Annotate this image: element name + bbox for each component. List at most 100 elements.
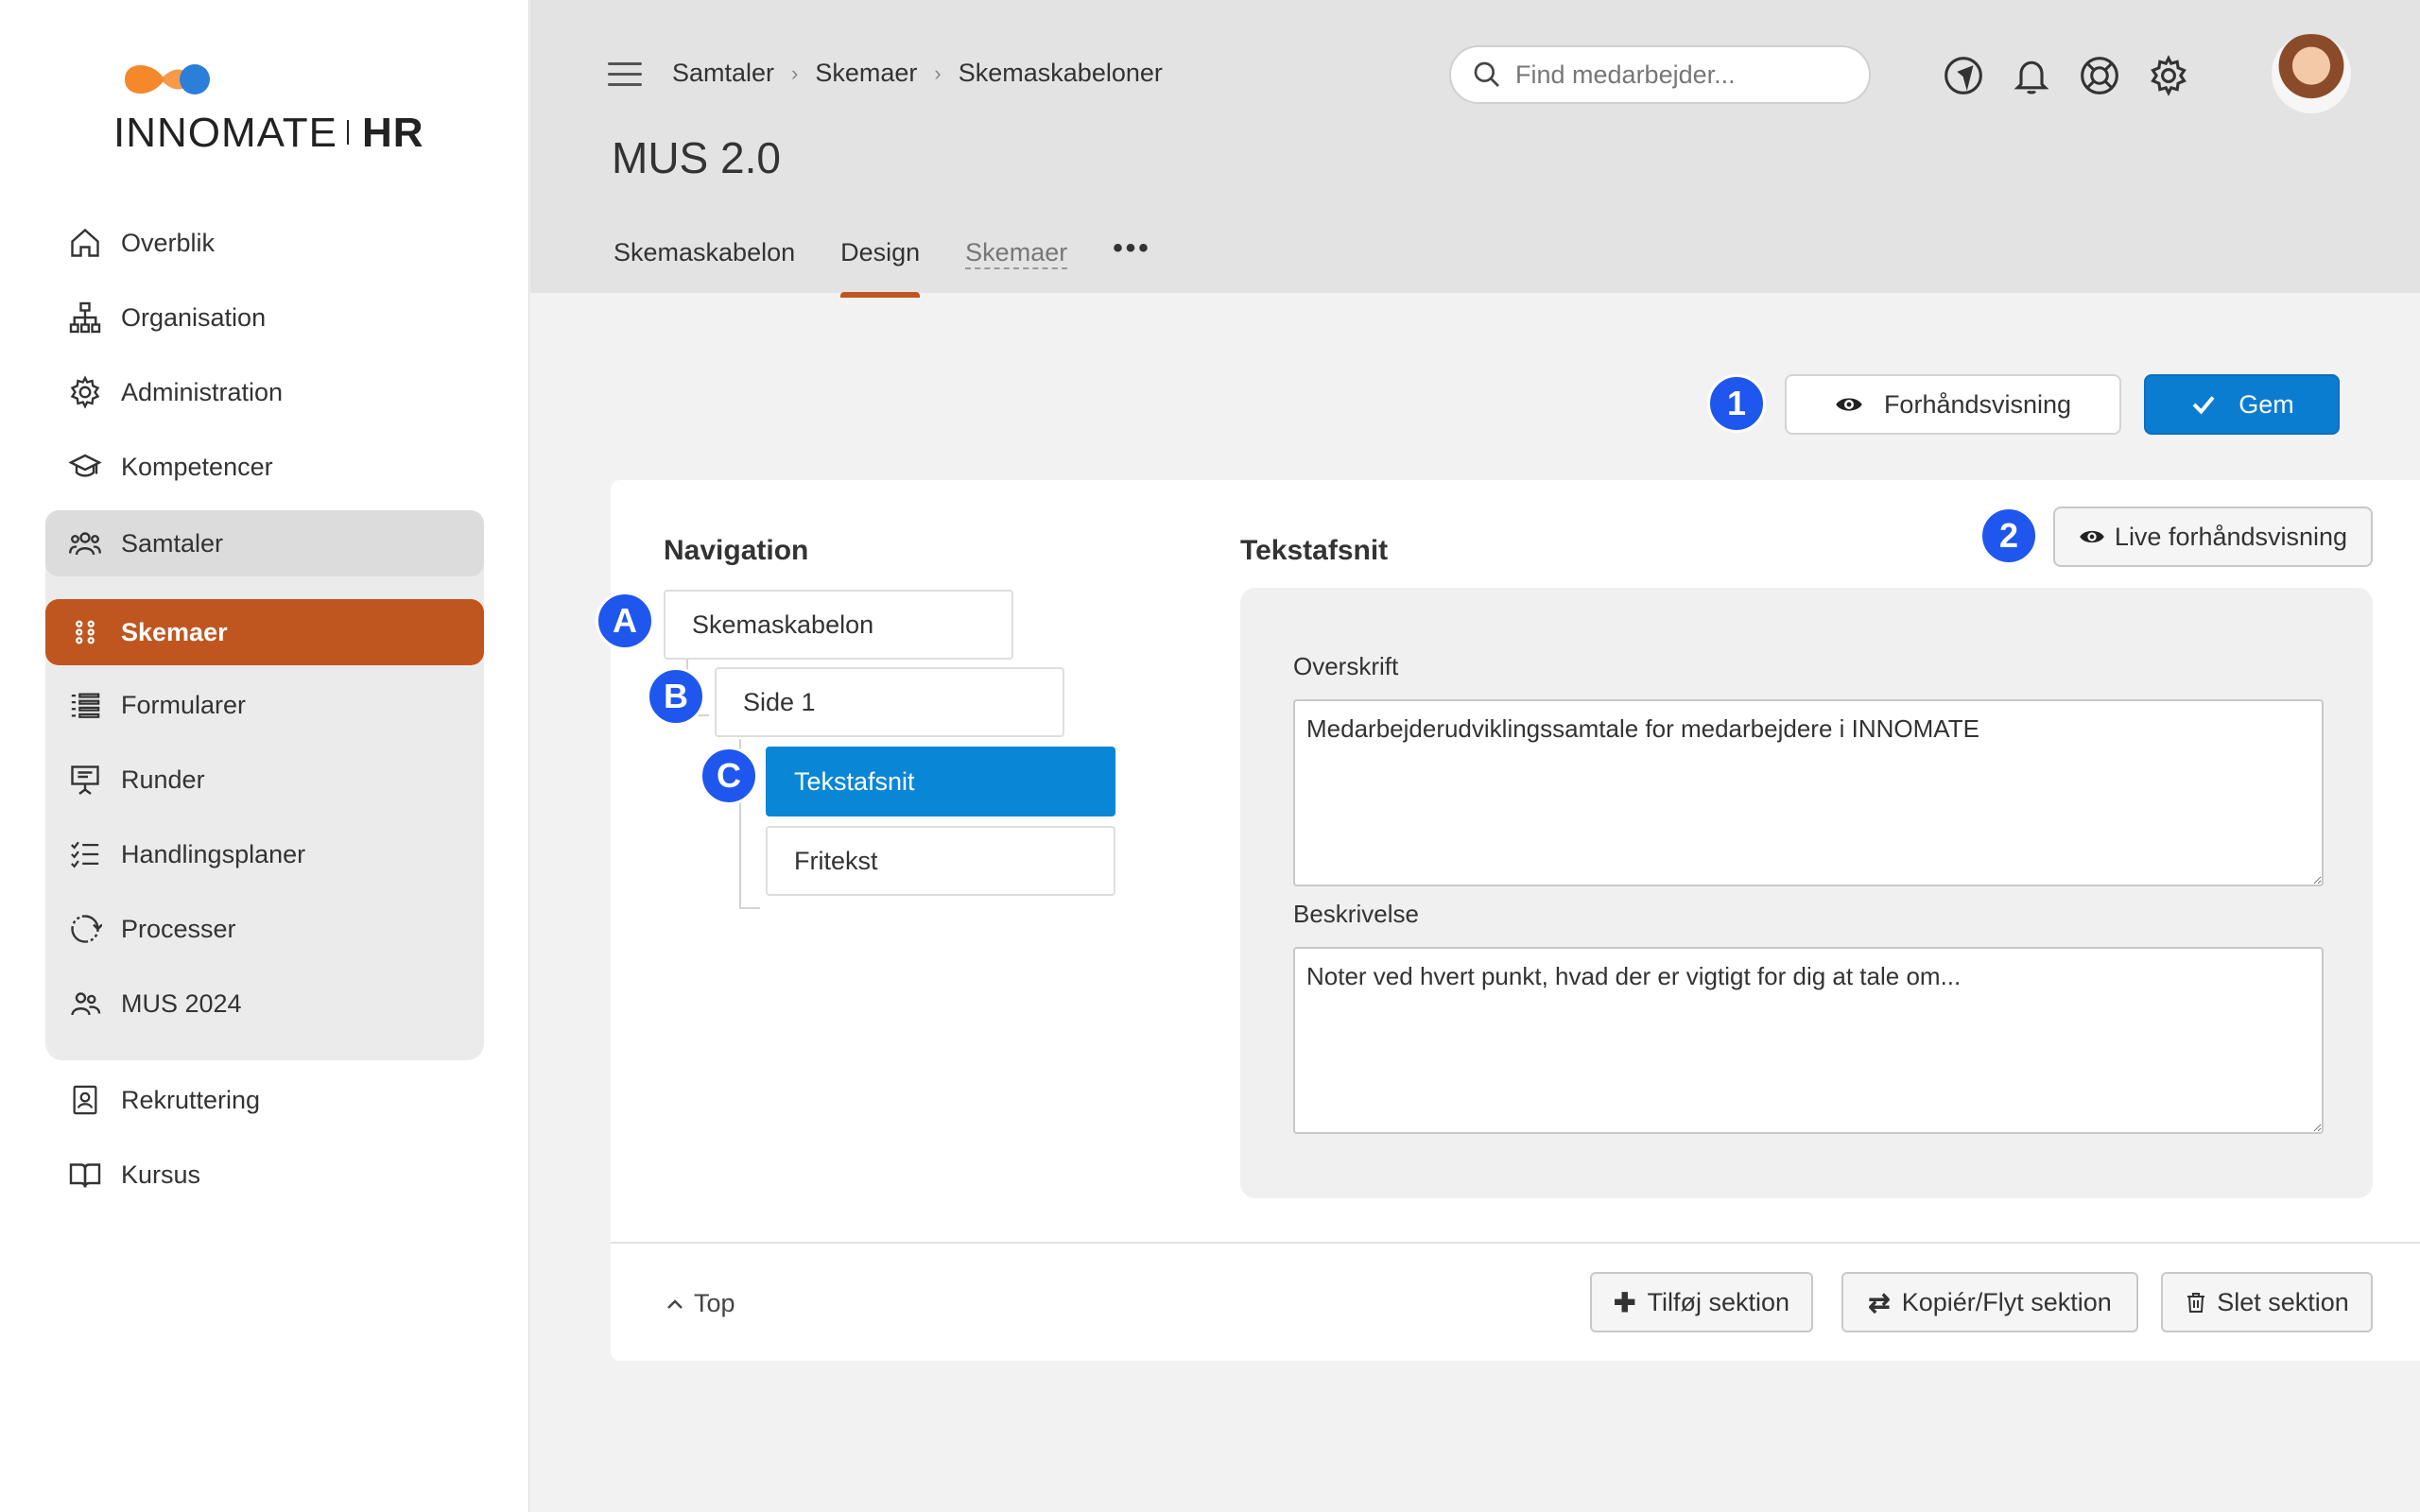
sidebar-item-mus-2024[interactable]: MUS 2024 xyxy=(45,971,484,1037)
id-badge-icon xyxy=(66,1081,104,1119)
sidebar-item-runder[interactable]: Runder xyxy=(45,747,484,813)
top-label: Top xyxy=(694,1289,735,1317)
sidebar-item-label: Organisation xyxy=(121,302,267,332)
copy-move-section-label: Kopiér/Flyt sektion xyxy=(1901,1287,2112,1316)
tree-node-skemaskabelon[interactable]: Skemaskabelon xyxy=(664,590,1013,660)
breadcrumb-skemaer[interactable]: Skemaer xyxy=(815,59,917,88)
tab-design[interactable]: Design xyxy=(840,238,921,298)
card-footer: Top ✚ Tilføj sektion ⇄ Kopiér/Flyt sekti… xyxy=(611,1242,2420,1361)
logo-name-right: HR xyxy=(361,110,424,156)
sidebar-item-label: Formularer xyxy=(121,690,247,719)
live-preview-button[interactable]: Live forhåndsvisning xyxy=(2053,507,2373,567)
grid-dots-icon xyxy=(66,613,104,651)
sidebar-item-label: Overblik xyxy=(121,228,216,257)
people-icon xyxy=(66,524,104,562)
sidebar-item-label: Runder xyxy=(121,765,205,794)
bell-icon[interactable] xyxy=(2011,55,2052,96)
lifebuoy-icon[interactable] xyxy=(2079,55,2120,96)
navigation-arrow-icon[interactable] xyxy=(1943,55,1984,96)
avatar[interactable] xyxy=(2272,34,2351,113)
innomate-logo[interactable]: INNOMATE HR xyxy=(113,55,435,159)
sidebar-item-samtaler[interactable]: Samtaler xyxy=(45,510,484,576)
logo-wordmark: INNOMATE HR xyxy=(113,110,424,157)
section-form-panel: Overskrift Medarbejderudviklingssamtale … xyxy=(1240,588,2373,1198)
breadcrumb: Samtaler › Skemaer › Skemaskabeloner xyxy=(672,59,1163,88)
sidebar-item-administration[interactable]: Administration xyxy=(45,359,484,425)
chevron-right-icon: › xyxy=(791,60,799,85)
checklist-icon xyxy=(66,835,104,873)
cycle-icon xyxy=(66,910,104,948)
hamburger-menu-icon[interactable] xyxy=(608,62,642,87)
sidebar-item-handlingsplaner[interactable]: Handlingsplaner xyxy=(45,821,484,887)
marker-a: A xyxy=(596,592,654,650)
chevron-right-icon: › xyxy=(934,60,942,85)
swap-arrows-icon: ⇄ xyxy=(1868,1287,1891,1317)
live-preview-label: Live forhåndsvisning xyxy=(2114,522,2348,551)
breadcrumb-skemaskabeloner: Skemaskabeloner xyxy=(958,59,1163,87)
sidebar-item-organisation[interactable]: Organisation xyxy=(45,284,484,351)
org-chart-icon xyxy=(66,299,104,336)
sidebar-item-label: MUS 2024 xyxy=(121,988,242,1018)
sidebar-item-skemaer[interactable]: Skemaer xyxy=(45,599,484,665)
sidebar-item-kursus[interactable]: Kursus xyxy=(45,1142,484,1208)
logo-name-left: INNOMATE xyxy=(113,110,337,156)
search-box[interactable] xyxy=(1449,45,1871,104)
more-tabs-icon[interactable]: ••• xyxy=(1113,232,1151,269)
sidebar-item-label: Handlingsplaner xyxy=(121,839,306,868)
editor-card: Navigation A Skemaskabelon B Side 1 C Te… xyxy=(596,480,2420,1361)
tab-bar: Skemaskabelon Design Skemaer ••• xyxy=(614,232,1197,298)
search-input[interactable] xyxy=(1513,59,1854,91)
logo-mark-icon xyxy=(125,64,210,94)
sidebar-item-overblik[interactable]: Overblik xyxy=(45,210,484,276)
navigation-heading: Navigation xyxy=(664,535,809,566)
sidebar-item-label: Samtaler xyxy=(121,528,224,558)
marker-1: 1 xyxy=(1707,374,1766,433)
presentation-icon xyxy=(66,761,104,799)
save-button-label: Gem xyxy=(2238,389,2294,419)
tree-node-side-1[interactable]: Side 1 xyxy=(715,667,1064,737)
tree-node-tekstafsnit[interactable]: Tekstafsnit xyxy=(766,747,1115,816)
copy-move-section-button[interactable]: ⇄ Kopiér/Flyt sektion xyxy=(1841,1272,2138,1332)
tab-skemaskabelon[interactable]: Skemaskabelon xyxy=(614,238,795,269)
book-icon xyxy=(66,1156,104,1194)
sidebar-item-formularer[interactable]: Formularer xyxy=(45,672,484,738)
sidebar-item-label: Skemaer xyxy=(121,617,228,646)
tree-node-fritekst[interactable]: Fritekst xyxy=(766,826,1115,896)
sidebar: INNOMATE HR Overblik Organisation Adminis… xyxy=(0,0,529,1512)
sidebar-item-label: Kursus xyxy=(121,1160,201,1189)
settings-gear-icon[interactable] xyxy=(2148,55,2189,96)
chevron-up-icon xyxy=(667,1298,683,1309)
sidebar-item-processer[interactable]: Processer xyxy=(45,896,484,962)
graduation-cap-icon xyxy=(66,448,104,486)
beskrivelse-textarea[interactable]: Noter ved hvert punkt, hvad der er vigti… xyxy=(1293,947,2324,1134)
topbar: Samtaler › Skemaer › Skemaskabeloner MUS… xyxy=(530,0,2420,298)
preview-button-label: Forhåndsvisning xyxy=(1883,389,2072,419)
save-button[interactable]: Gem xyxy=(2144,374,2340,435)
overskrift-textarea[interactable]: Medarbejderudviklingssamtale for medarbe… xyxy=(1293,699,2324,886)
gear-icon xyxy=(66,373,104,411)
add-section-label: Tilføj sektion xyxy=(1647,1287,1789,1316)
overskrift-label: Overskrift xyxy=(1293,652,1399,680)
scroll-to-top-link[interactable]: Top xyxy=(664,1289,735,1318)
preview-button[interactable]: Forhåndsvisning xyxy=(1785,374,2121,435)
sidebar-item-rekruttering[interactable]: Rekruttering xyxy=(45,1067,484,1133)
marker-2: 2 xyxy=(1979,507,2038,565)
sidebar-item-label: Rekruttering xyxy=(121,1085,261,1114)
sidebar-item-kompetencer[interactable]: Kompetencer xyxy=(45,434,484,500)
add-section-button[interactable]: ✚ Tilføj sektion xyxy=(1590,1272,1813,1332)
eye-icon xyxy=(1836,398,1862,411)
marker-c: C xyxy=(700,747,758,805)
checkmark-icon xyxy=(2192,396,2215,415)
marker-b: B xyxy=(647,667,705,726)
people-icon xyxy=(66,985,104,1022)
breadcrumb-samtaler[interactable]: Samtaler xyxy=(672,59,774,88)
plus-icon: ✚ xyxy=(1614,1287,1636,1317)
search-icon xyxy=(1474,61,1499,87)
page-title: MUS 2.0 xyxy=(612,133,781,182)
list-icon xyxy=(66,686,104,724)
home-icon xyxy=(66,224,104,262)
tab-skemaer[interactable]: Skemaer xyxy=(965,238,1068,269)
trash-icon xyxy=(2187,1293,2205,1313)
sidebar-item-label: Kompetencer xyxy=(121,452,273,481)
delete-section-button[interactable]: Slet sektion xyxy=(2161,1272,2373,1332)
